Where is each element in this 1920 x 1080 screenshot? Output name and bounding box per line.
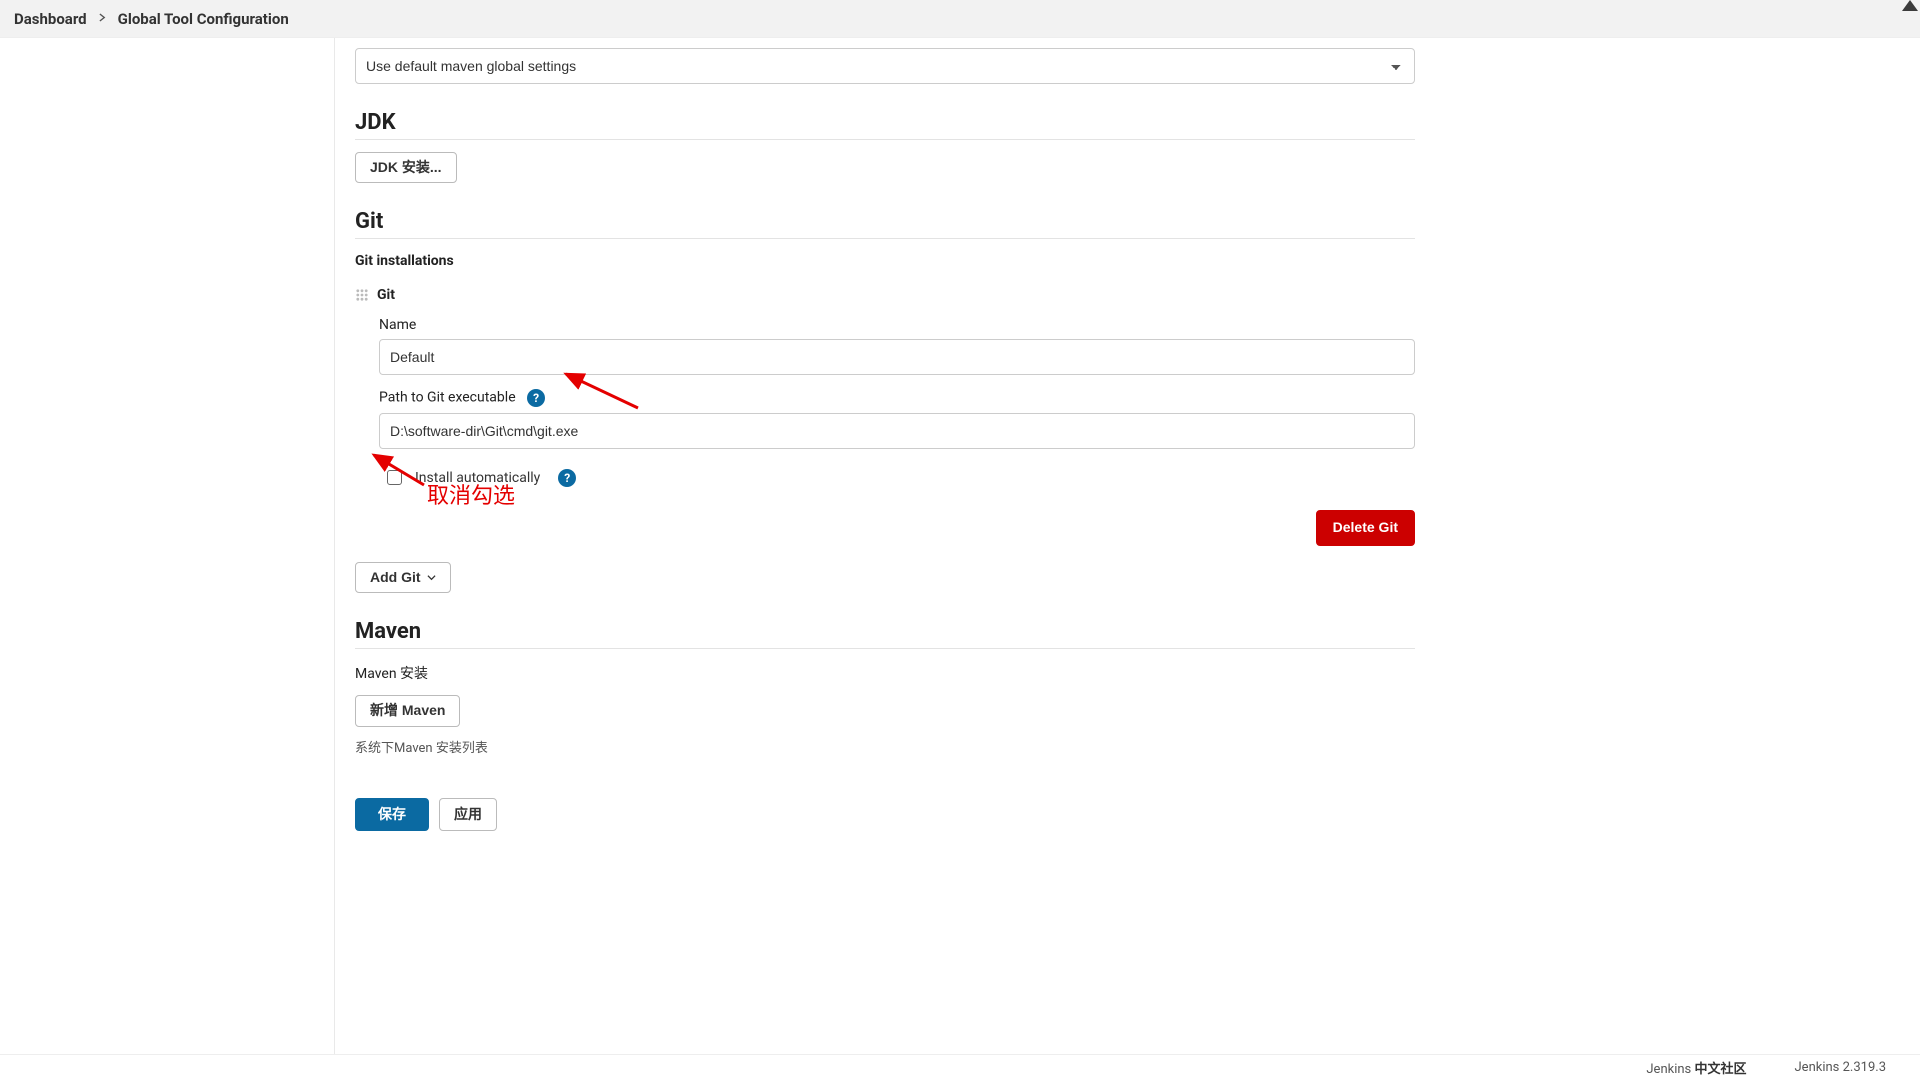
footer-version: Jenkins 2.319.3 (1795, 1060, 1887, 1075)
help-icon[interactable]: ? (558, 469, 576, 487)
git-add-button[interactable]: Add Git (355, 562, 451, 593)
maven-add-button[interactable]: 新增 Maven (355, 695, 460, 726)
git-section-title: Git (355, 209, 1415, 239)
git-path-label: Path to Git executable ? (379, 389, 1415, 407)
git-path-input[interactable] (379, 413, 1415, 449)
git-install-auto-label: Install automatically (415, 470, 540, 486)
git-install-item-title: Git (377, 287, 395, 303)
maven-installs-label: Maven 安装 (355, 663, 1415, 683)
git-install-auto-checkbox[interactable] (387, 470, 402, 485)
maven-hint: 系统下Maven 安装列表 (355, 737, 1415, 756)
sidebar (0, 38, 335, 1080)
git-installations-label: Git installations (355, 253, 1415, 269)
footer-community[interactable]: Jenkins 中文社区 (1646, 1058, 1746, 1077)
footer: Jenkins 中文社区 Jenkins 2.319.3 (0, 1054, 1920, 1080)
drag-handle-icon[interactable] (355, 288, 369, 302)
breadcrumb: Dashboard Global Tool Configuration (0, 0, 1920, 38)
git-name-label: Name (379, 317, 1415, 333)
jdk-install-button[interactable]: JDK 安装... (355, 152, 457, 183)
maven-global-settings-select[interactable]: Use default maven global settings (355, 48, 1415, 84)
apply-button[interactable]: 应用 (439, 798, 497, 831)
save-button[interactable]: 保存 (355, 798, 429, 831)
breadcrumb-page-link[interactable]: Global Tool Configuration (118, 10, 289, 28)
git-delete-button[interactable]: Delete Git (1316, 510, 1415, 545)
help-icon[interactable]: ? (527, 389, 545, 407)
caret-down-icon (427, 570, 436, 585)
chevron-right-icon (99, 13, 106, 25)
jdk-section-title: JDK (355, 110, 1415, 140)
main-content: Use default maven global settings JDK JD… (335, 38, 1920, 1080)
git-name-input[interactable] (379, 339, 1415, 375)
maven-section-title: Maven (355, 619, 1415, 649)
breadcrumb-dashboard-link[interactable]: Dashboard (14, 10, 87, 28)
